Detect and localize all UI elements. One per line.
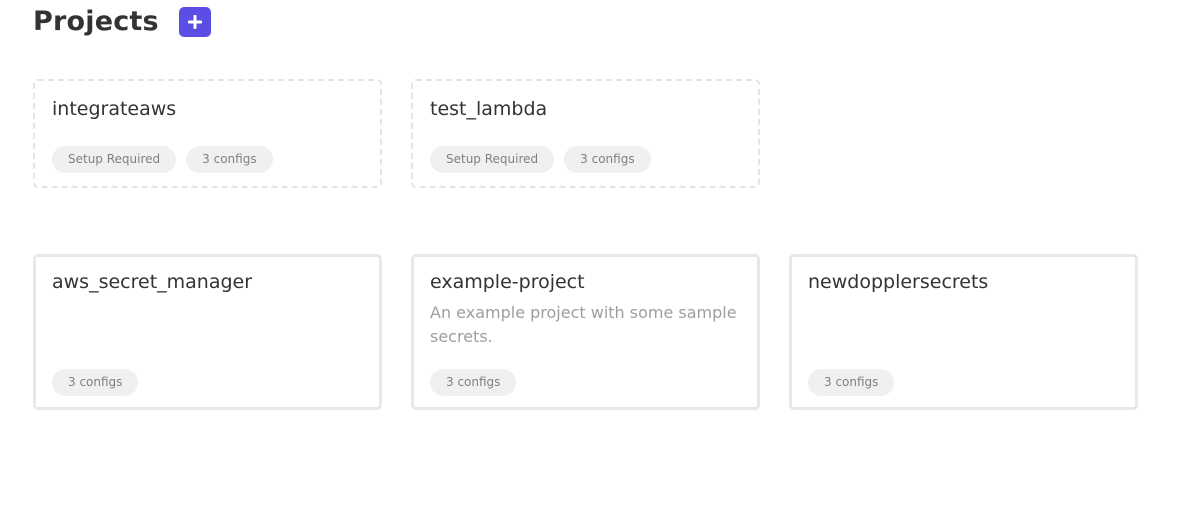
project-badges: 3 configs <box>808 369 895 396</box>
setup-required-badge: Setup Required <box>430 146 555 173</box>
project-name: test_lambda <box>430 98 548 120</box>
plus-icon <box>187 15 202 29</box>
configs-count-badge: 3 configs <box>808 369 895 396</box>
project-card-test-lambda[interactable]: test_lambda Setup Required 3 configs <box>411 79 760 188</box>
project-badges: Setup Required 3 configs <box>430 146 651 173</box>
project-card-integrateaws[interactable]: integrateaws Setup Required 3 configs <box>33 79 382 188</box>
project-badges: 3 configs <box>430 369 517 396</box>
project-name: integrateaws <box>52 98 177 120</box>
project-name: example-project <box>430 271 585 293</box>
project-card-aws-secret-manager[interactable]: aws_secret_manager 3 configs <box>33 254 382 410</box>
configs-count-badge: 3 configs <box>186 146 273 173</box>
project-description: An example project with some sample secr… <box>430 303 737 346</box>
project-badges: Setup Required 3 configs <box>52 146 273 173</box>
project-name: newdopplersecrets <box>808 271 989 293</box>
project-name: aws_secret_manager <box>52 271 253 293</box>
project-badges: 3 configs <box>52 369 139 396</box>
project-card-example-project[interactable]: example-project An example project with … <box>411 254 760 410</box>
configs-count-badge: 3 configs <box>564 146 651 173</box>
configs-count-badge: 3 configs <box>430 369 517 396</box>
page-title: Projects <box>33 6 159 37</box>
page-header: Projects <box>33 4 211 40</box>
setup-required-badge: Setup Required <box>52 146 177 173</box>
configs-count-badge: 3 configs <box>52 369 139 396</box>
project-card-newdopplersecrets[interactable]: newdopplersecrets 3 configs <box>789 254 1138 410</box>
add-project-button[interactable] <box>178 7 211 37</box>
